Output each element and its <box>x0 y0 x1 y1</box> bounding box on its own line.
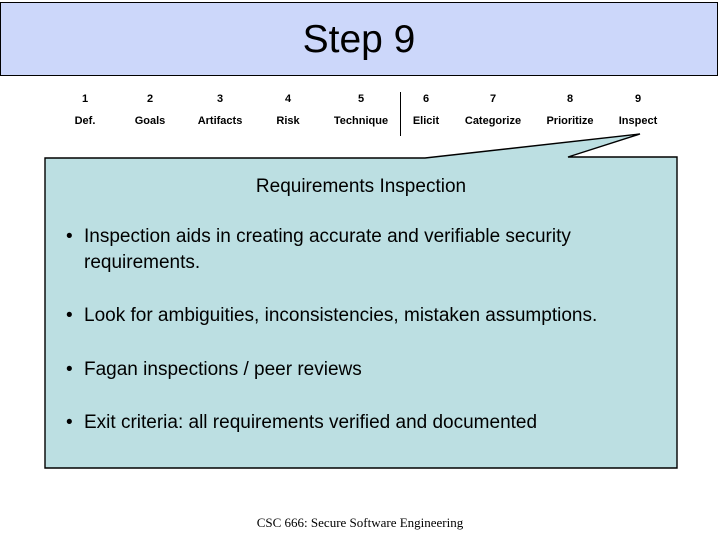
process-step-9[interactable]: 9 Inspect <box>588 92 688 128</box>
slide-title-banner: Step 9 <box>0 2 718 76</box>
bullet-marker-icon: • <box>66 226 73 247</box>
requirements-inspection-callout: Requirements Inspection • Inspection aid… <box>44 130 678 472</box>
page-title: Step 9 <box>302 17 416 61</box>
bullet-marker-icon: • <box>66 412 73 433</box>
bullet-marker-icon: • <box>66 359 73 380</box>
process-step-label: Inspect <box>618 115 658 127</box>
list-item-text: Inspection aids in creating accurate and… <box>84 226 571 273</box>
list-item: • Exit criteria: all requirements verifi… <box>44 410 678 436</box>
callout-bullet-list: • Inspection aids in creating accurate a… <box>44 224 678 436</box>
list-item-text: Fagan inspections / peer reviews <box>84 359 362 380</box>
list-item: • Fagan inspections / peer reviews <box>44 357 678 383</box>
list-item-text: Look for ambiguities, inconsistencies, m… <box>84 305 598 326</box>
process-step-number: 9 <box>634 93 642 105</box>
callout-content: Requirements Inspection • Inspection aid… <box>44 158 678 470</box>
callout-heading: Requirements Inspection <box>255 176 467 197</box>
list-item: • Inspection aids in creating accurate a… <box>44 224 678 276</box>
list-item: • Look for ambiguities, inconsistencies,… <box>44 303 678 329</box>
slide-footer: CSC 666: Secure Software Engineering <box>256 515 464 530</box>
bullet-marker-icon: • <box>66 305 73 326</box>
list-item-text: Exit criteria: all requirements verified… <box>84 412 538 433</box>
